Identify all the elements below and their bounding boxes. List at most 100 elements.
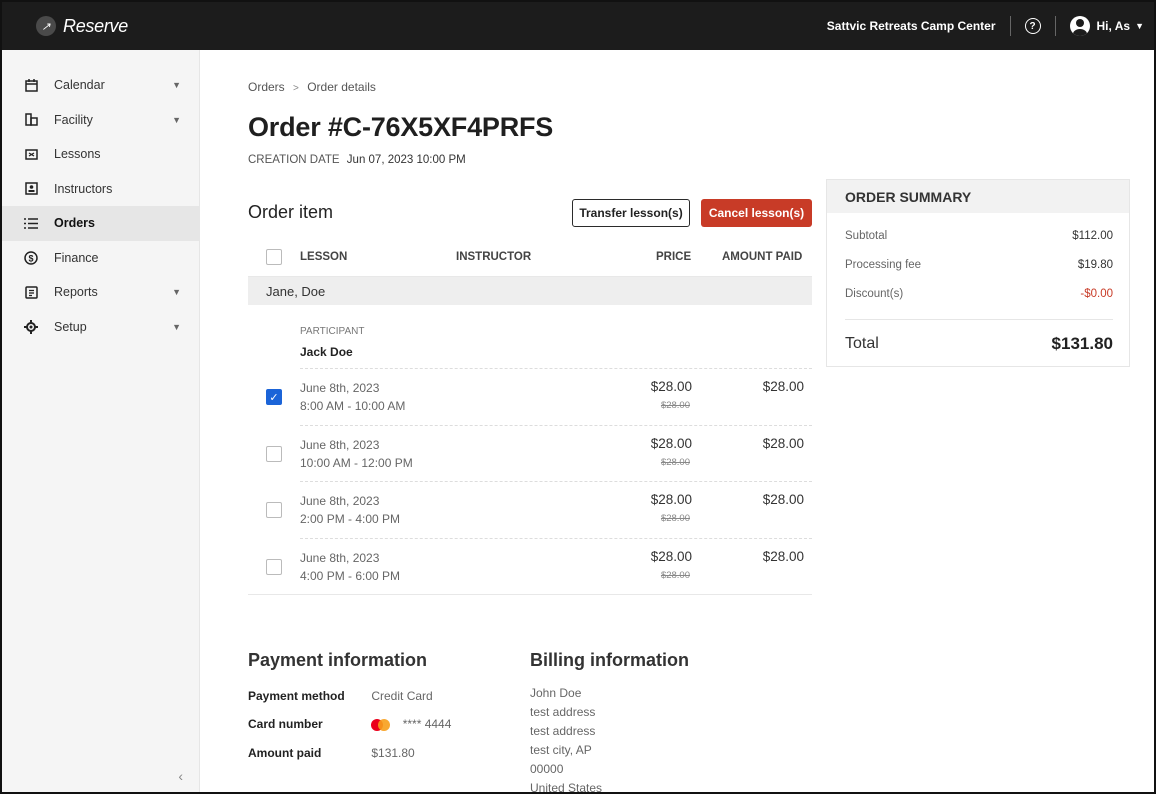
lesson-amount-paid: $28.00 (762, 379, 804, 394)
sidebar-item-label: Lessons (54, 147, 101, 162)
lesson-amount-paid: $28.00 (762, 492, 804, 507)
sidebar-item-orders[interactable]: Orders (2, 206, 199, 241)
total-value: $131.80 (1051, 334, 1113, 353)
lesson-original-price: $28.00 (660, 400, 690, 411)
top-right-controls: Sattvic Retreats Camp Center ? Hi, As ▼ (827, 2, 1144, 50)
row-checkbox[interactable] (266, 558, 282, 575)
logo-text: Reserve (63, 15, 128, 36)
payment-info-title: Payment information (248, 650, 428, 670)
lesson-original-price: $28.00 (660, 513, 690, 524)
chevron-down-icon: ▼ (172, 114, 181, 125)
chevron-down-icon: ▼ (172, 287, 181, 298)
amount-paid-row: Amount paid $131.80 (248, 746, 415, 760)
orders-icon (24, 216, 38, 230)
sidebar-item-finance[interactable]: $ Finance (2, 241, 199, 276)
sidebar-item-instructors[interactable]: Instructors (2, 172, 199, 207)
sidebar-item-calendar[interactable]: Calendar ▼ (2, 68, 199, 103)
payment-method-row: Payment method Credit Card (248, 689, 433, 703)
billing-address-line: test address (530, 724, 596, 738)
breadcrumb-separator: > (293, 83, 299, 94)
table-row: June 8th, 2023 4:00 PM - 6:00 PM $28.00 … (266, 537, 812, 595)
sidebar-item-label: Reports (54, 285, 98, 300)
sidebar: Calendar ▼ Facility ▼ Lessons Instructor… (2, 50, 200, 792)
lesson-price: $28.00 (650, 435, 692, 451)
sidebar-item-label: Setup (54, 319, 87, 334)
row-checkbox[interactable] (266, 502, 282, 518)
lessons-icon (24, 147, 38, 161)
logo-icon: ↗ (36, 16, 56, 36)
facility-icon (24, 113, 38, 127)
divider (1009, 16, 1011, 36)
column-header-lesson: LESSON (300, 251, 348, 263)
subtotal-value: $112.00 (1072, 230, 1113, 242)
main-content: Orders > Order details Order #C-76X5XF4P… (200, 50, 1154, 792)
help-icon[interactable]: ? (1024, 18, 1041, 34)
row-checkbox[interactable]: ✓ (266, 389, 282, 405)
processing-fee-value: $19.80 (1077, 259, 1113, 271)
breadcrumb-orders-link[interactable]: Orders (248, 80, 285, 94)
billing-address: John Doe test address test address test … (530, 684, 602, 792)
order-items-table: LESSON INSTRUCTOR PRICE AMOUNT PAID Jane… (248, 238, 812, 595)
table-divider (248, 594, 812, 595)
select-all-checkbox[interactable] (266, 249, 282, 265)
sidebar-item-setup[interactable]: Setup ▼ (2, 310, 199, 345)
column-header-amount-paid: AMOUNT PAID (722, 251, 803, 263)
card-number-value: **** 4444 (402, 717, 452, 731)
top-bar: ↗ Reserve Sattvic Retreats Camp Center ?… (2, 2, 1154, 50)
participant-name: Jack Doe (300, 345, 353, 359)
chevron-down-icon[interactable]: ▼ (1135, 21, 1144, 31)
processing-fee-label: Processing fee (845, 259, 922, 271)
sidebar-item-label: Instructors (54, 181, 113, 196)
facility-selector[interactable]: Sattvic Retreats Camp Center (827, 19, 1010, 33)
app-window: ↗ Reserve Sattvic Retreats Camp Center ?… (0, 0, 1156, 794)
dollar-icon: $ (24, 251, 38, 265)
table-row: June 8th, 2023 2:00 PM - 4:00 PM $28.00 … (266, 481, 812, 538)
discount-label: Discount(s) (845, 288, 904, 300)
lesson-date: June 8th, 2023 (300, 494, 380, 508)
summary-divider (845, 319, 1113, 320)
lesson-time: 2:00 PM - 4:00 PM (300, 512, 401, 526)
billing-city-state: test city, AP (530, 743, 592, 757)
gear-icon (24, 319, 38, 334)
sidebar-item-label: Finance (54, 250, 99, 265)
user-greeting[interactable]: Hi, As (1097, 19, 1131, 33)
calendar-icon (24, 78, 38, 92)
participant-label: PARTICIPANT (300, 326, 365, 337)
logo[interactable]: ↗ Reserve (36, 16, 128, 37)
sidebar-item-facility[interactable]: Facility ▼ (2, 103, 199, 138)
chevron-down-icon: ▼ (172, 321, 181, 332)
billing-address-line: test address (530, 705, 596, 719)
lesson-rows: ✓ June 8th, 2023 8:00 AM - 10:00 AM $28.… (248, 368, 812, 595)
cancel-lessons-button[interactable]: Cancel lesson(s) (701, 199, 812, 227)
lesson-date: June 8th, 2023 (300, 437, 380, 452)
total-label: Total (845, 335, 879, 352)
sidebar-item-lessons[interactable]: Lessons (2, 137, 199, 172)
creation-date-value: Jun 07, 2023 10:00 PM (346, 154, 466, 166)
table-header: LESSON INSTRUCTOR PRICE AMOUNT PAID (248, 238, 812, 277)
transfer-lessons-button[interactable]: Transfer lesson(s) (572, 199, 690, 227)
table-row: ✓ June 8th, 2023 8:00 AM - 10:00 AM $28.… (266, 368, 812, 425)
svg-text:$: $ (28, 253, 33, 263)
lesson-time: 8:00 AM - 10:00 AM (300, 399, 406, 413)
card-number-row: Card number **** 4444 (248, 717, 451, 731)
order-summary-card: ORDER SUMMARY Subtotal $112.00 Processin… (826, 179, 1130, 367)
sidebar-item-reports[interactable]: Reports ▼ (2, 275, 199, 310)
billing-info-title: Billing information (530, 650, 689, 670)
lesson-time: 4:00 PM - 6:00 PM (300, 568, 401, 583)
row-checkbox[interactable] (266, 445, 282, 462)
avatar[interactable] (1069, 16, 1090, 36)
page-title: Order #C-76X5XF4PRFS (248, 112, 554, 142)
discount-line: Discount(s) -$0.00 (845, 288, 1113, 300)
total-line: Total $131.80 (845, 334, 1113, 354)
lesson-price: $28.00 (650, 548, 692, 564)
reports-icon (24, 285, 38, 299)
breadcrumb: Orders > Order details (248, 80, 376, 94)
column-header-instructor: INSTRUCTOR (456, 251, 532, 263)
lesson-date: June 8th, 2023 (300, 550, 380, 565)
creation-date-label: CREATION DATE (248, 154, 340, 166)
discount-value: -$0.00 (1080, 288, 1113, 300)
collapse-sidebar-icon[interactable]: ‹ (178, 768, 183, 784)
instructors-icon (24, 182, 38, 196)
processing-fee-line: Processing fee $19.80 (845, 259, 1113, 271)
lesson-amount-paid: $28.00 (762, 435, 804, 451)
